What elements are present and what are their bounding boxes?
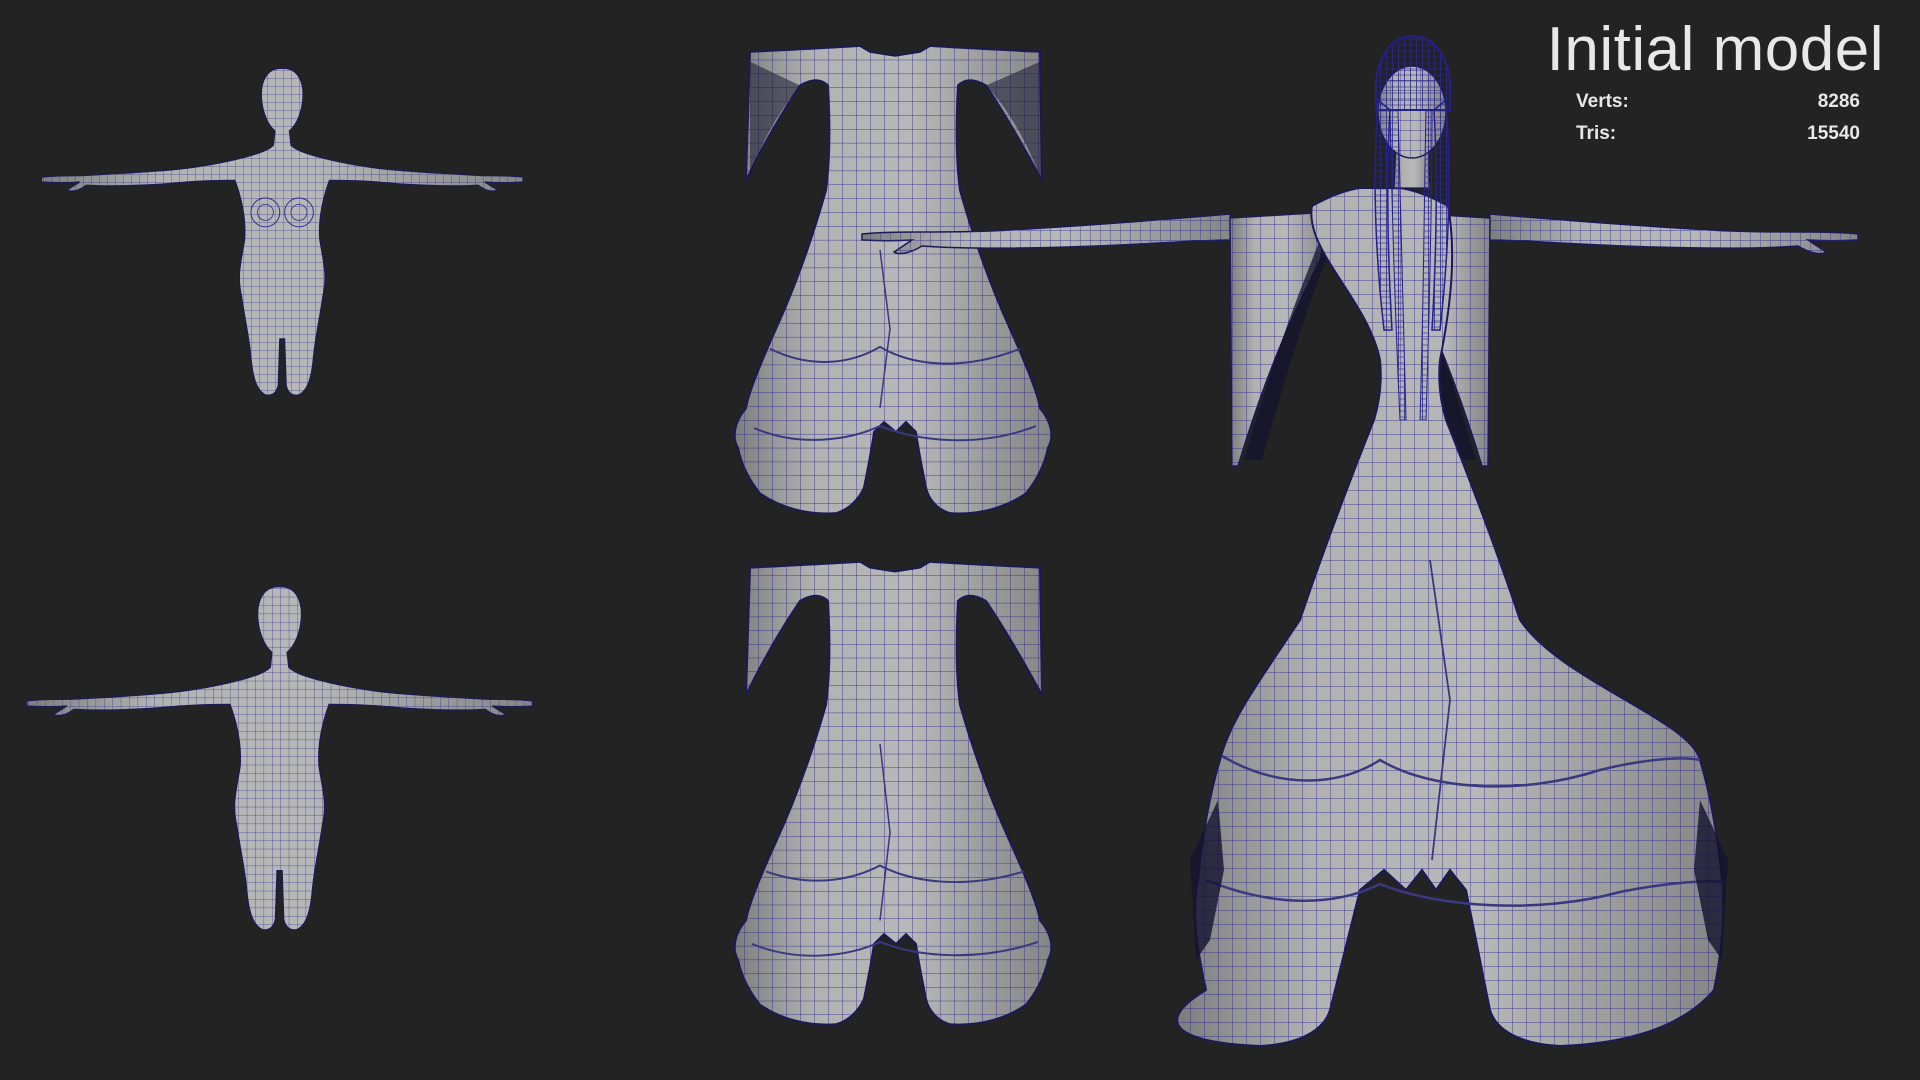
dress-front-view[interactable] — [733, 44, 1053, 515]
body-back-view[interactable] — [26, 586, 534, 931]
3d-viewport[interactable]: Initial model Verts: 8286 Tris: 15540 — [0, 0, 1920, 1080]
body-front-view[interactable] — [40, 67, 524, 396]
verts-value: 8286 — [1817, 91, 1860, 112]
model-stats-overlay: Initial model Verts: 8286 Tris: 15540 — [1524, 14, 1884, 150]
tris-value: 15540 — [1807, 123, 1860, 144]
dress-back-view[interactable] — [733, 560, 1053, 1026]
overlay-title: Initial model — [1546, 15, 1884, 84]
tris-label: Tris: — [1576, 123, 1617, 144]
tris-stat-row: Tris: 15540 — [1524, 118, 1884, 150]
verts-stat-row: Verts: 8286 — [1524, 86, 1884, 118]
verts-label: Verts: — [1576, 91, 1629, 112]
model-sheet-canvas — [26, 34, 1859, 1048]
